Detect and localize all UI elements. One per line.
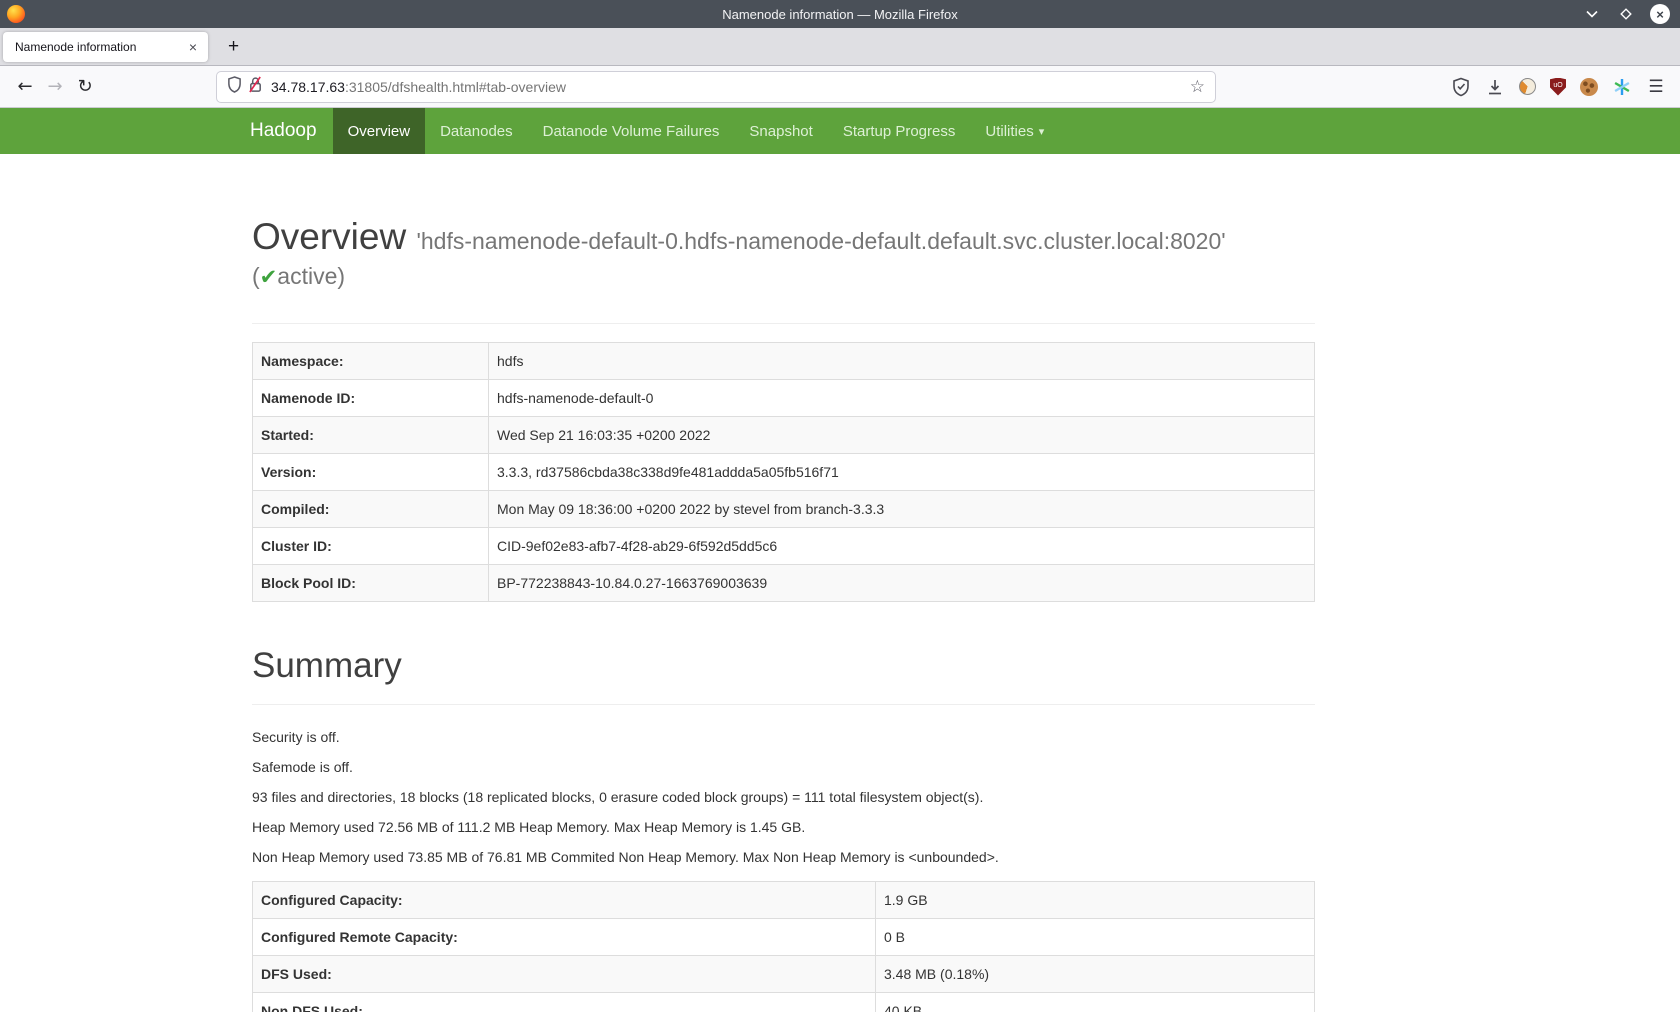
- summary-line: Heap Memory used 72.56 MB of 111.2 MB He…: [252, 817, 1315, 837]
- table-row: Configured Capacity:1.9 GB: [253, 881, 1315, 918]
- extension-icon[interactable]: [1519, 78, 1536, 95]
- browser-tab[interactable]: Namenode information ×: [3, 32, 208, 62]
- summary-line: Safemode is off.: [252, 757, 1315, 777]
- table-row: Compiled:Mon May 09 18:36:00 +0200 2022 …: [253, 491, 1315, 528]
- browser-toolbar: ← → ↻ 34.78.17.63:31805/dfshealth.html#t…: [0, 66, 1680, 108]
- url-host: 34.78.17.63: [271, 79, 345, 95]
- page-title: Overview 'hdfs-namenode-default-0.hdfs-n…: [252, 216, 1315, 293]
- insecure-lock-icon[interactable]: [248, 76, 263, 98]
- nav-item-startup-progress[interactable]: Startup Progress: [828, 108, 971, 154]
- table-row: Non DFS Used:40 KB: [253, 992, 1315, 1012]
- forward-icon[interactable]: →: [40, 72, 70, 102]
- minimize-icon[interactable]: [1582, 4, 1602, 24]
- nav-item-datanode-volume-failures[interactable]: Datanode Volume Failures: [528, 108, 735, 154]
- nav-item-overview[interactable]: Overview: [333, 108, 426, 154]
- table-row: Started:Wed Sep 21 16:03:35 +0200 2022: [253, 417, 1315, 454]
- namenode-status: (✔active): [252, 259, 1315, 294]
- window-controls: ×: [1582, 0, 1670, 28]
- url-bar[interactable]: 34.78.17.63:31805/dfshealth.html#tab-ove…: [216, 71, 1216, 103]
- url-path: :31805/dfshealth.html#tab-overview: [345, 79, 566, 95]
- divider: [252, 704, 1315, 705]
- summary-paragraphs: Security is off. Safemode is off. 93 fil…: [252, 727, 1315, 867]
- title-bar: Namenode information — Mozilla Firefox ×: [0, 0, 1680, 28]
- page-content: Overview 'hdfs-namenode-default-0.hdfs-n…: [252, 154, 1315, 1012]
- window-title: Namenode information — Mozilla Firefox: [0, 7, 1680, 22]
- url-text[interactable]: 34.78.17.63:31805/dfshealth.html#tab-ove…: [271, 79, 1190, 95]
- hadoop-navbar: Hadoop Overview Datanodes Datanode Volum…: [0, 108, 1680, 154]
- ublock-origin-icon[interactable]: uO: [1550, 78, 1566, 96]
- downloads-icon[interactable]: [1485, 77, 1505, 97]
- table-row: Namespace:hdfs: [253, 343, 1315, 380]
- nav-item-snapshot[interactable]: Snapshot: [734, 108, 827, 154]
- protections-shield-icon[interactable]: [1451, 77, 1471, 97]
- tab-close-icon[interactable]: ×: [186, 39, 200, 55]
- maximize-icon[interactable]: [1616, 4, 1636, 24]
- reload-icon[interactable]: ↻: [70, 72, 100, 102]
- table-row: Configured Remote Capacity:0 B: [253, 918, 1315, 955]
- menu-icon[interactable]: ☰: [1646, 77, 1666, 97]
- chevron-down-icon: ▾: [1039, 125, 1045, 138]
- namenode-info-table: Namespace:hdfs Namenode ID:hdfs-namenode…: [252, 342, 1315, 602]
- shield-icon[interactable]: [227, 76, 242, 98]
- sparkle-extension-icon[interactable]: [1612, 77, 1632, 97]
- namenode-address: 'hdfs-namenode-default-0.hdfs-namenode-d…: [416, 228, 1225, 254]
- tab-title: Namenode information: [15, 40, 186, 54]
- navbar-brand[interactable]: Hadoop: [250, 108, 333, 154]
- table-row: DFS Used:3.48 MB (0.18%): [253, 955, 1315, 992]
- table-row: Cluster ID:CID-9ef02e83-afb7-4f28-ab29-6…: [253, 528, 1315, 565]
- divider: [252, 323, 1315, 324]
- table-row: Namenode ID:hdfs-namenode-default-0: [253, 380, 1315, 417]
- check-icon: ✔: [260, 265, 278, 289]
- nav-item-utilities[interactable]: Utilities▾: [970, 108, 1059, 154]
- new-tab-button[interactable]: +: [222, 36, 245, 58]
- summary-heading: Summary: [252, 642, 1315, 689]
- summary-line: Non Heap Memory used 73.85 MB of 76.81 M…: [252, 847, 1315, 867]
- toolbar-extensions: uO ☰: [1451, 77, 1670, 97]
- tab-bar: Namenode information × +: [0, 28, 1680, 66]
- capacity-table: Configured Capacity:1.9 GB Configured Re…: [252, 881, 1315, 1012]
- table-row: Block Pool ID:BP-772238843-10.84.0.27-16…: [253, 565, 1315, 602]
- summary-line: 93 files and directories, 18 blocks (18 …: [252, 787, 1315, 807]
- nav-item-datanodes[interactable]: Datanodes: [425, 108, 528, 154]
- close-icon[interactable]: ×: [1650, 4, 1670, 24]
- cookie-extension-icon[interactable]: [1580, 78, 1598, 96]
- table-row: Version:3.3.3, rd37586cbda38c338d9fe481a…: [253, 454, 1315, 491]
- bookmark-star-icon[interactable]: ☆: [1190, 77, 1205, 97]
- back-icon[interactable]: ←: [10, 72, 40, 102]
- summary-line: Security is off.: [252, 727, 1315, 747]
